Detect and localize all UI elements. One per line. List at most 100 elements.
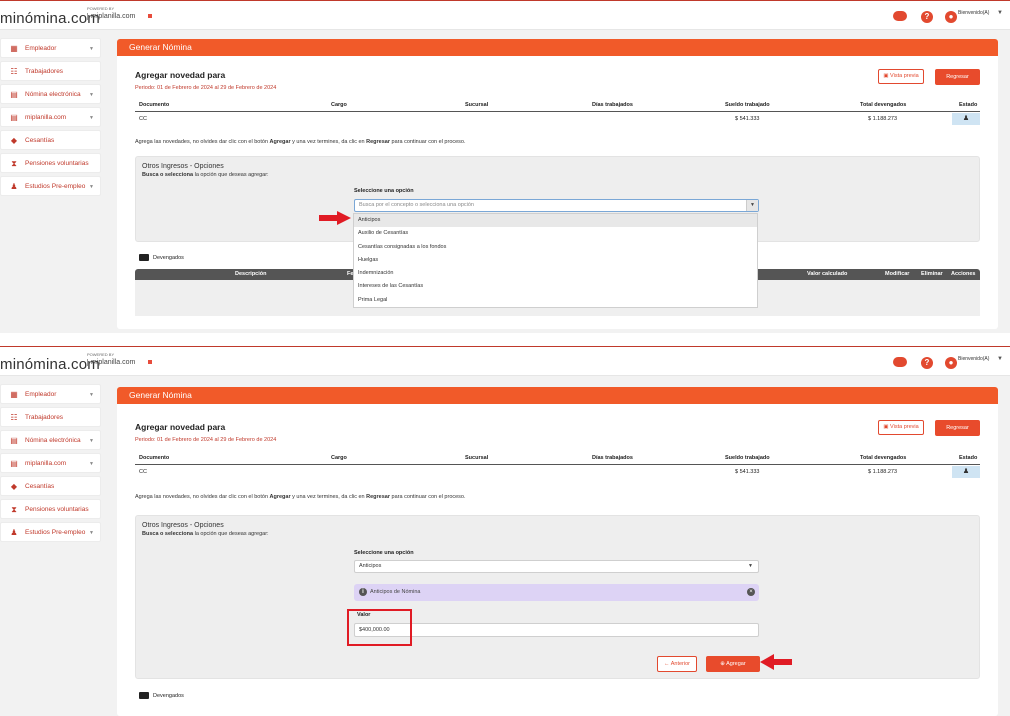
screenshot-value-entered: minómina.com POWERED BY miplanilla.com ?…	[0, 346, 1010, 716]
top-bar: minómina.com POWERED BY miplanilla.com ?…	[0, 0, 1010, 30]
sidebar-item-miplanilla[interactable]: ▤ miplanilla.com ▼	[0, 453, 101, 473]
chevron-down-icon: ▼	[89, 438, 94, 444]
logo: minómina.com	[0, 10, 100, 27]
options-subtitle: Busca o selecciona la opción que deseas …	[142, 531, 269, 537]
powered-by-text: POWERED BY	[87, 352, 115, 357]
help-icon[interactable]: ?	[921, 357, 933, 369]
chevron-down-icon: ▼	[89, 530, 94, 536]
table-row: CC $ 541.333 $ 1.188.273 ♟	[135, 112, 980, 126]
select-label: Seleccione una opción	[354, 550, 414, 556]
panel-header: Generar Nómina	[117, 387, 998, 404]
dropdown-option[interactable]: Auxilio de Cesantías	[354, 227, 757, 240]
main-panel: Generar Nómina Agregar novedad para Peri…	[117, 39, 998, 329]
valor-input[interactable]: $400,000.00	[354, 623, 759, 637]
dropdown-option[interactable]: Prima Legal	[354, 294, 757, 307]
options-dropdown[interactable]: Anticipos Auxilio de Cesantías Cesantías…	[353, 213, 758, 309]
sidebar-item-trabajadores[interactable]: ☷ Trabajadores	[0, 407, 101, 427]
dropdown-option[interactable]: Anticipos	[354, 214, 757, 228]
back-button[interactable]: Regresar	[935, 420, 980, 436]
page-title: Agregar novedad para	[135, 422, 226, 432]
sidebar-item-pensiones[interactable]: ⧗ Pensiones voluntarias	[0, 153, 101, 173]
select-label: Seleccione una opción	[354, 188, 414, 194]
top-bar: minómina.com POWERED BY miplanilla.com ?…	[0, 346, 1010, 376]
employee-table: Documento Cargo Sucursal Días trabajados…	[135, 455, 980, 479]
status-user-icon[interactable]: ♟	[952, 466, 980, 478]
back-button[interactable]: Regresar	[935, 69, 980, 85]
sidebar-item-label: Trabajadores	[25, 68, 64, 75]
sidebar-item-label: Pensiones voluntarias	[25, 160, 89, 167]
info-icon: i	[359, 588, 367, 596]
help-icon[interactable]: ?	[921, 11, 933, 23]
document-icon: ▤	[10, 90, 18, 99]
red-arrow-icon	[760, 654, 792, 670]
sidebar-item-estudios[interactable]: ♟ Estudios Pre-empleo ▼	[0, 176, 101, 196]
sidebar-item-label: Pensiones voluntarias	[25, 506, 89, 513]
welcome-text[interactable]: Bienvenido(A)	[958, 356, 989, 362]
sidebar-item-label: miplanilla.com	[25, 114, 67, 121]
highlight-frame	[347, 609, 412, 646]
cash-icon	[139, 692, 149, 699]
sidebar-item-empleador[interactable]: ▦ Empleador ▼	[0, 384, 101, 404]
chevron-down-icon[interactable]: ▼	[997, 10, 1003, 16]
preview-button[interactable]: ▣ Vista previa	[878, 420, 924, 435]
chevron-down-icon: ▼	[89, 461, 94, 467]
users-icon: ☷	[10, 413, 18, 422]
red-arrow-icon	[319, 211, 351, 225]
chevron-down-icon: ▼	[89, 392, 94, 398]
sidebar-item-empleador[interactable]: ▦ Empleador ▼	[0, 38, 101, 58]
employee-table: Documento Cargo Sucursal Días trabajados…	[135, 102, 980, 126]
sidebar-item-trabajadores[interactable]: ☷ Trabajadores	[0, 61, 101, 81]
dropdown-option[interactable]: Cesantías consignadas a los fondos	[354, 241, 757, 254]
previous-button[interactable]: ← Anterior	[657, 656, 697, 672]
dropdown-option[interactable]: Intereses de las Cesantías	[354, 280, 757, 293]
sidebar-item-label: Estudios Pre-empleo	[25, 529, 86, 536]
user-icon[interactable]: ●	[945, 11, 957, 23]
instruction-note: Agrega las novedades, no olvides dar cli…	[135, 494, 466, 500]
logo: minómina.com	[0, 356, 100, 373]
chat-icon[interactable]	[893, 11, 907, 21]
sidebar-item-nomina-electronica[interactable]: ▤ Nómina electrónica ▼	[0, 84, 101, 104]
preview-button[interactable]: ▣ Vista previa	[878, 69, 924, 84]
add-button[interactable]: ⊕ Agregar	[706, 656, 760, 672]
options-card: Otros Ingresos - Opciones Busca o selecc…	[135, 515, 980, 679]
chevron-down-icon: ▼	[89, 46, 94, 52]
sidebar-item-label: miplanilla.com	[25, 460, 67, 467]
sub-logo: miplanilla.com	[87, 13, 135, 20]
sidebar-item-estudios[interactable]: ♟ Estudios Pre-empleo ▼	[0, 522, 101, 542]
piggy-bank-icon: ◆	[10, 136, 18, 145]
chevron-down-icon[interactable]: ▼	[746, 200, 758, 211]
status-user-icon[interactable]: ♟	[952, 113, 980, 125]
sidebar-item-cesantias[interactable]: ◆ Cesantías	[0, 476, 101, 496]
info-alert: i Anticipos de Nómina ×	[354, 584, 759, 601]
chat-icon[interactable]	[893, 357, 907, 367]
dropdown-option[interactable]: Indemnización	[354, 267, 757, 280]
dropdown-option[interactable]: Huelgas	[354, 254, 757, 267]
user-icon[interactable]: ●	[945, 357, 957, 369]
table-row: CC $ 541.333 $ 1.188.273 ♟	[135, 465, 980, 479]
sidebar-item-label: Cesantías	[25, 483, 55, 490]
flag-icon	[148, 14, 152, 18]
close-icon[interactable]: ×	[747, 588, 755, 596]
main-panel: Generar Nómina Agregar novedad para Peri…	[117, 387, 998, 716]
document-icon: ▤	[10, 113, 18, 122]
sidebar-item-miplanilla[interactable]: ▤ miplanilla.com ▼	[0, 107, 101, 127]
options-title: Otros Ingresos - Opciones	[142, 163, 224, 170]
sidebar-item-pensiones[interactable]: ⧗ Pensiones voluntarias	[0, 499, 101, 519]
building-icon: ▦	[10, 44, 18, 53]
chevron-down-icon[interactable]: ▼	[748, 561, 753, 572]
document-icon: ▤	[10, 459, 18, 468]
option-search-select[interactable]: Busca por el concepto o selecciona una o…	[354, 199, 759, 212]
sidebar-item-cesantias[interactable]: ◆ Cesantías	[0, 130, 101, 150]
table-header: Documento Cargo Sucursal Días trabajados…	[135, 455, 980, 465]
sidebar: ▦ Empleador ▼ ☷ Trabajadores ▤ Nómina electr…	[0, 38, 101, 199]
powered-by-text: POWERED BY	[87, 6, 115, 11]
sidebar-item-label: Estudios Pre-empleo	[25, 183, 86, 190]
hourglass-icon: ⧗	[11, 159, 17, 168]
users-icon: ☷	[10, 67, 18, 76]
option-select[interactable]: Anticipos ▼	[354, 560, 759, 573]
sidebar-item-nomina-electronica[interactable]: ▤ Nómina electrónica ▼	[0, 430, 101, 450]
chevron-down-icon[interactable]: ▼	[997, 356, 1003, 362]
screenshot-separator	[0, 333, 1010, 346]
sidebar-item-label: Empleador	[25, 45, 57, 52]
welcome-text[interactable]: Bienvenido(A)	[958, 10, 989, 16]
